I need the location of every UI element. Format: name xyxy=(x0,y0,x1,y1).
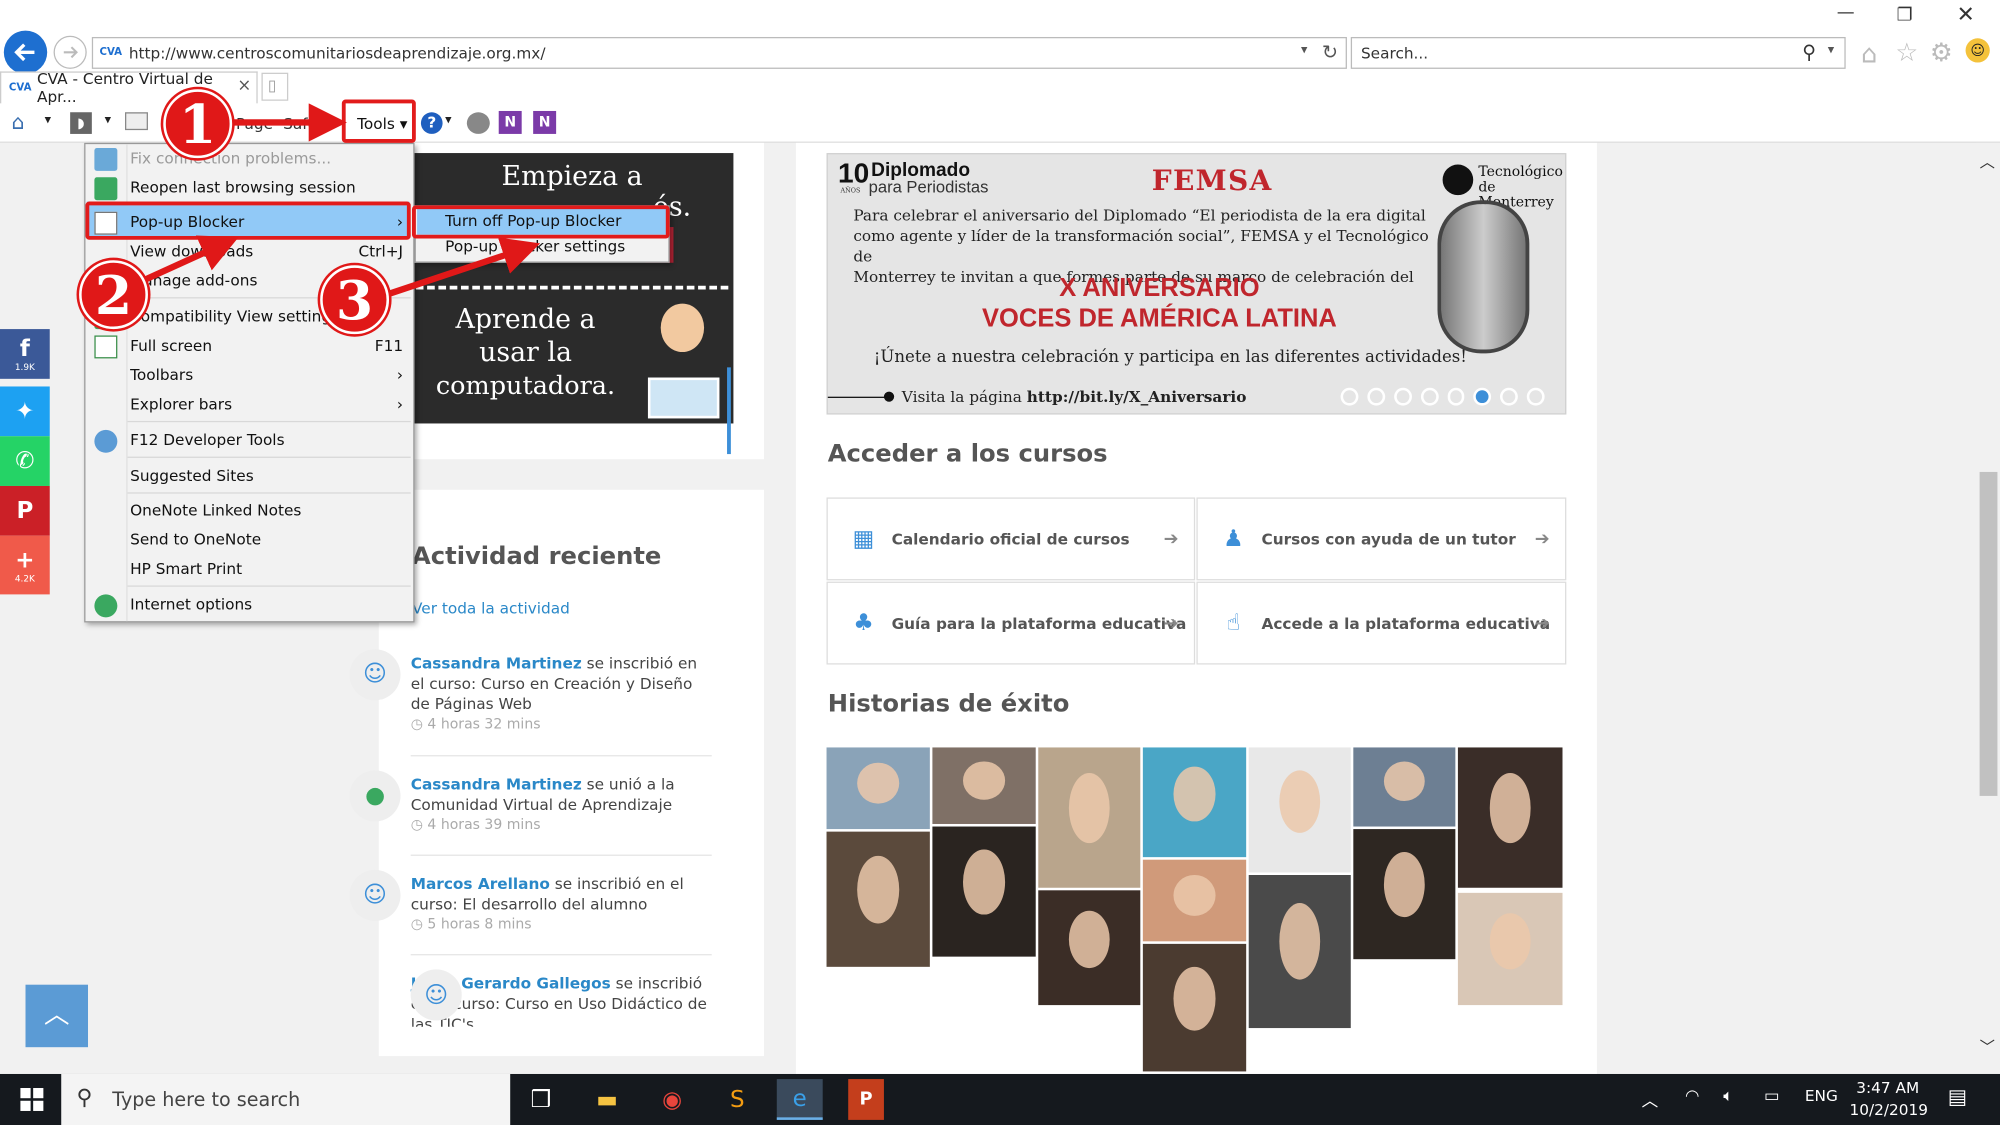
clock-date: 10/2/2019 xyxy=(1849,1100,1928,1119)
language-indicator[interactable]: ENG xyxy=(1805,1087,1838,1105)
start-tile xyxy=(20,1088,31,1099)
step-badge-3: 3 xyxy=(320,265,390,335)
arrow-step-2 xyxy=(141,235,239,284)
arrow-step-3 xyxy=(381,237,541,299)
notifications-icon[interactable]: ▤ xyxy=(1948,1084,1967,1108)
file-explorer-icon[interactable]: ▬ xyxy=(584,1079,630,1120)
step-badge-1: 1 xyxy=(163,89,233,159)
windows-start-button[interactable] xyxy=(20,1088,44,1111)
taskbar-clock[interactable]: 3:47 AM 10/2/2019 xyxy=(1849,1078,1928,1121)
internet-explorer-icon[interactable]: e xyxy=(776,1079,823,1120)
search-icon: ⚲ xyxy=(76,1085,93,1111)
start-tile xyxy=(33,1088,44,1099)
sublime-text-icon[interactable]: S xyxy=(714,1079,760,1120)
start-tile xyxy=(33,1100,44,1111)
powerpoint-icon[interactable]: P xyxy=(848,1079,884,1120)
wifi-icon[interactable]: ◠ xyxy=(1685,1087,1699,1106)
task-view-icon[interactable]: ❒ xyxy=(518,1079,564,1120)
taskbar-search-box[interactable]: ⚲ Type here to search xyxy=(61,1073,511,1125)
annotation-arrows xyxy=(141,103,541,299)
battery-icon[interactable]: ▭ xyxy=(1764,1087,1780,1106)
taskbar-search-placeholder: Type here to search xyxy=(112,1088,301,1111)
step-badge-2: 2 xyxy=(79,260,148,330)
chrome-icon[interactable]: ◉ xyxy=(649,1079,695,1120)
show-hidden-icons-icon[interactable]: ︿ xyxy=(1642,1087,1659,1111)
volume-icon[interactable]: 🔈︎ xyxy=(1723,1087,1733,1106)
start-tile xyxy=(20,1100,31,1111)
clock-time: 3:47 AM xyxy=(1856,1079,1920,1097)
